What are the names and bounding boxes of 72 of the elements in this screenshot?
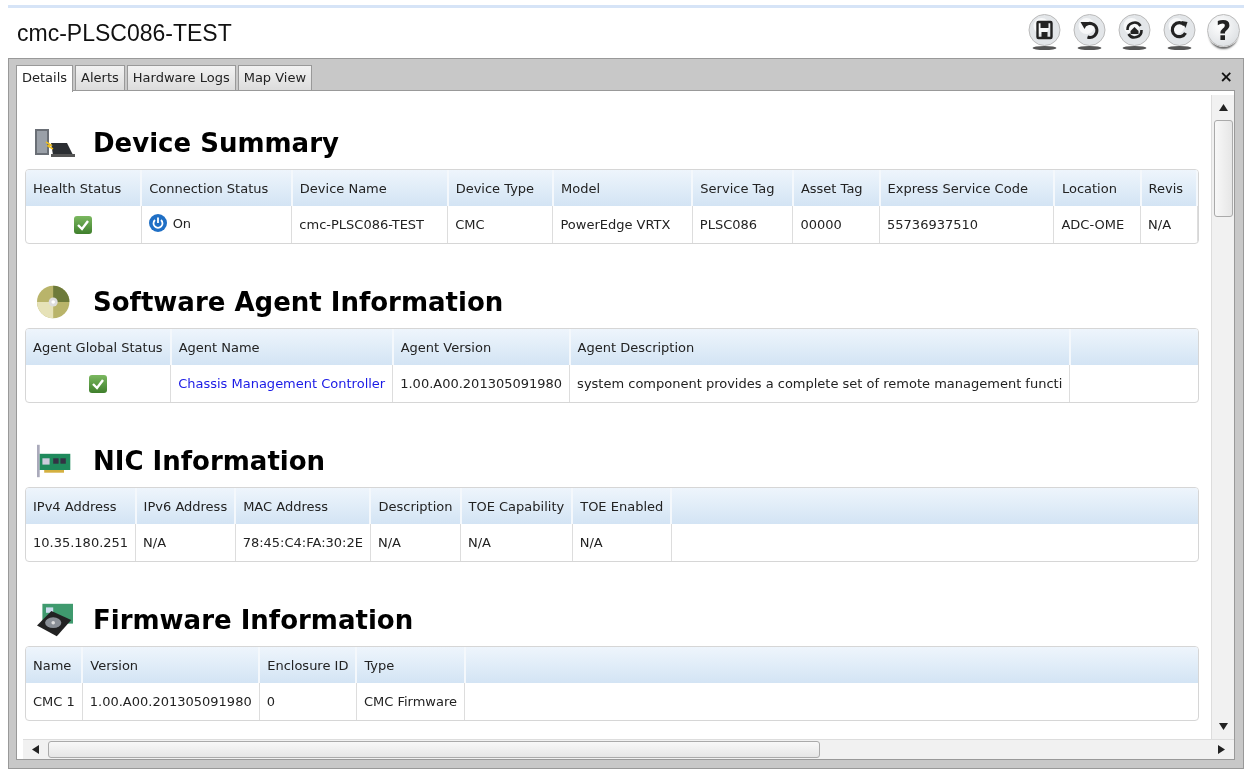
column-header: Device Type — [447, 170, 553, 206]
scroll-up-icon[interactable] — [1218, 104, 1228, 111]
tab[interactable]: Alerts — [75, 65, 125, 90]
tab[interactable]: Hardware Logs — [126, 65, 236, 90]
refresh-icon[interactable] — [1162, 14, 1197, 52]
column-header: Service Tag — [692, 170, 793, 206]
table-cell: 0 — [259, 683, 357, 720]
table-cell: N/A — [1140, 206, 1197, 243]
section-heading: Software Agent Information — [93, 287, 504, 317]
table-cell: 1.00.A00.201305091980 — [392, 365, 570, 402]
column-header: Connection Status — [141, 170, 292, 206]
column-header: Device Name — [291, 170, 448, 206]
check-icon — [89, 374, 108, 393]
vertical-scrollbar[interactable] — [1211, 95, 1234, 739]
column-header: Version — [82, 647, 260, 683]
scroll-right-icon[interactable] — [1218, 745, 1225, 754]
save-icon[interactable] — [1027, 14, 1062, 52]
table-cell: system component provides a complete set of remote management functi — [569, 365, 1070, 402]
table-cell: 00000 — [792, 206, 880, 243]
column-header: TOE Capability — [460, 488, 573, 524]
column-header: Agent Description — [569, 329, 1070, 365]
column-header: Location — [1053, 170, 1141, 206]
horizontal-scrollbar[interactable] — [23, 739, 1234, 759]
tab[interactable]: Map View — [237, 65, 313, 90]
column-header: Agent Version — [392, 329, 570, 365]
column-header: Health Status — [26, 170, 142, 206]
table-cell: cmc-PLSC086-TEST — [291, 206, 448, 243]
close-button[interactable]: × — [1217, 67, 1235, 86]
power-icon — [148, 214, 167, 232]
column-header: Model — [552, 170, 693, 206]
section-heading: Device Summary — [93, 128, 339, 158]
column-header: Name — [26, 647, 83, 683]
section-heading: NIC Information — [93, 446, 326, 476]
home-refresh-icon[interactable] — [1117, 14, 1152, 52]
column-header: TOE Enabled — [572, 488, 672, 524]
column-header: Revis — [1140, 170, 1197, 206]
column-header: Agent Name — [170, 329, 393, 365]
column-header: Enclosure ID — [259, 647, 357, 683]
table-cell: N/A — [135, 524, 236, 561]
column-header: Description — [370, 488, 461, 524]
table-cell: CMC Firmware — [356, 683, 465, 720]
column-header: Agent Global Status — [26, 329, 171, 365]
scroll-left-icon[interactable] — [32, 745, 39, 754]
table-cell: 1.00.A00.201305091980 — [82, 683, 260, 720]
column-header: IPv4 Address — [26, 488, 136, 524]
table-cell: 78:45:C4:FA:30:2E — [235, 524, 371, 561]
column-header: MAC Address — [235, 488, 371, 524]
scroll-thumb[interactable] — [48, 741, 820, 758]
undo-icon[interactable] — [1072, 14, 1107, 52]
column-header: Express Service Code — [879, 170, 1054, 206]
section-heading: Firmware Information — [93, 605, 414, 635]
table-cell: PowerEdge VRTX — [552, 206, 693, 243]
table-cell: N/A — [572, 524, 672, 561]
table-cell: PLSC086 — [692, 206, 793, 243]
check-icon — [74, 215, 93, 234]
help-button[interactable]: ? — [1207, 14, 1240, 47]
scroll-down-icon[interactable] — [1218, 723, 1228, 730]
column-header: Asset Tag — [792, 170, 880, 206]
table-cell: On — [172, 215, 192, 231]
table-cell: ADC-OME — [1053, 206, 1141, 243]
table-cell: CMC — [447, 206, 553, 243]
column-header: Type — [356, 647, 465, 683]
table-cell: 10.35.180.251 — [26, 524, 136, 561]
table-cell: N/A — [370, 524, 461, 561]
table-cell: 55736937510 — [879, 206, 1054, 243]
table-cell: N/A — [460, 524, 573, 561]
table-cell: CMC 1 — [26, 683, 83, 720]
tab[interactable]: Details — [16, 65, 74, 92]
scroll-thumb[interactable] — [1213, 120, 1233, 217]
column-header: IPv6 Address — [135, 488, 236, 524]
agent-link[interactable]: Chassis Management Controller — [178, 376, 386, 391]
window-title: cmc-PLSC086-TEST — [17, 19, 232, 47]
